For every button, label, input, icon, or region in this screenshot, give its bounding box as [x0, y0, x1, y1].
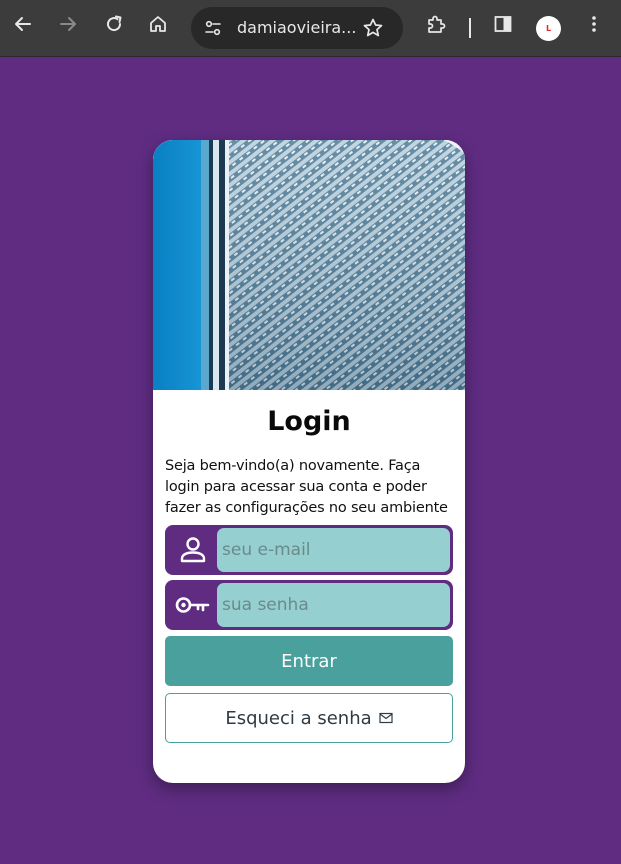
menu-button[interactable] — [582, 12, 606, 36]
toolbar-divider — [469, 18, 471, 38]
back-button[interactable] — [11, 12, 35, 36]
side-panel-button[interactable] — [491, 12, 515, 36]
home-icon — [150, 16, 166, 32]
extensions-button[interactable] — [424, 12, 448, 36]
reload-button[interactable] — [102, 12, 126, 36]
password-input[interactable] — [217, 583, 450, 627]
url-text[interactable]: damiaovieira... — [237, 18, 355, 37]
address-bar[interactable]: damiaovieira... — [191, 7, 403, 49]
email-field-group — [165, 525, 453, 575]
welcome-description: Seja bem-vindo(a) novamente. Faça login … — [165, 458, 448, 516]
arrow-left-icon — [15, 17, 31, 31]
building-facade-image — [153, 140, 465, 390]
key-icon — [173, 588, 213, 622]
browser-toolbar: damiaovieira... L — [0, 0, 621, 57]
site-info-button[interactable] — [201, 16, 225, 40]
forgot-password-label: Esqueci a senha — [225, 707, 372, 729]
puzzle-icon — [428, 15, 446, 33]
bookmark-button[interactable] — [361, 16, 385, 40]
profile-avatar[interactable]: L — [536, 16, 561, 41]
star-icon — [363, 18, 383, 37]
user-icon — [173, 533, 213, 567]
login-card: Login Seja bem-vindo(a) novamente. Faça … — [153, 140, 465, 783]
password-field-group — [165, 580, 453, 630]
email-input[interactable] — [217, 528, 450, 572]
mail-icon — [379, 712, 393, 724]
forward-button[interactable] — [56, 12, 80, 36]
home-button[interactable] — [146, 12, 170, 36]
side-panel-icon — [494, 16, 512, 32]
reload-icon — [107, 15, 122, 32]
login-button[interactable]: Entrar — [165, 636, 453, 686]
forgot-password-button[interactable]: Esqueci a senha — [165, 693, 453, 743]
tune-icon — [205, 20, 221, 36]
kebab-menu-icon — [592, 16, 596, 32]
hero-image — [153, 140, 465, 390]
arrow-right-icon — [60, 17, 76, 31]
page-title: Login — [267, 406, 351, 437]
